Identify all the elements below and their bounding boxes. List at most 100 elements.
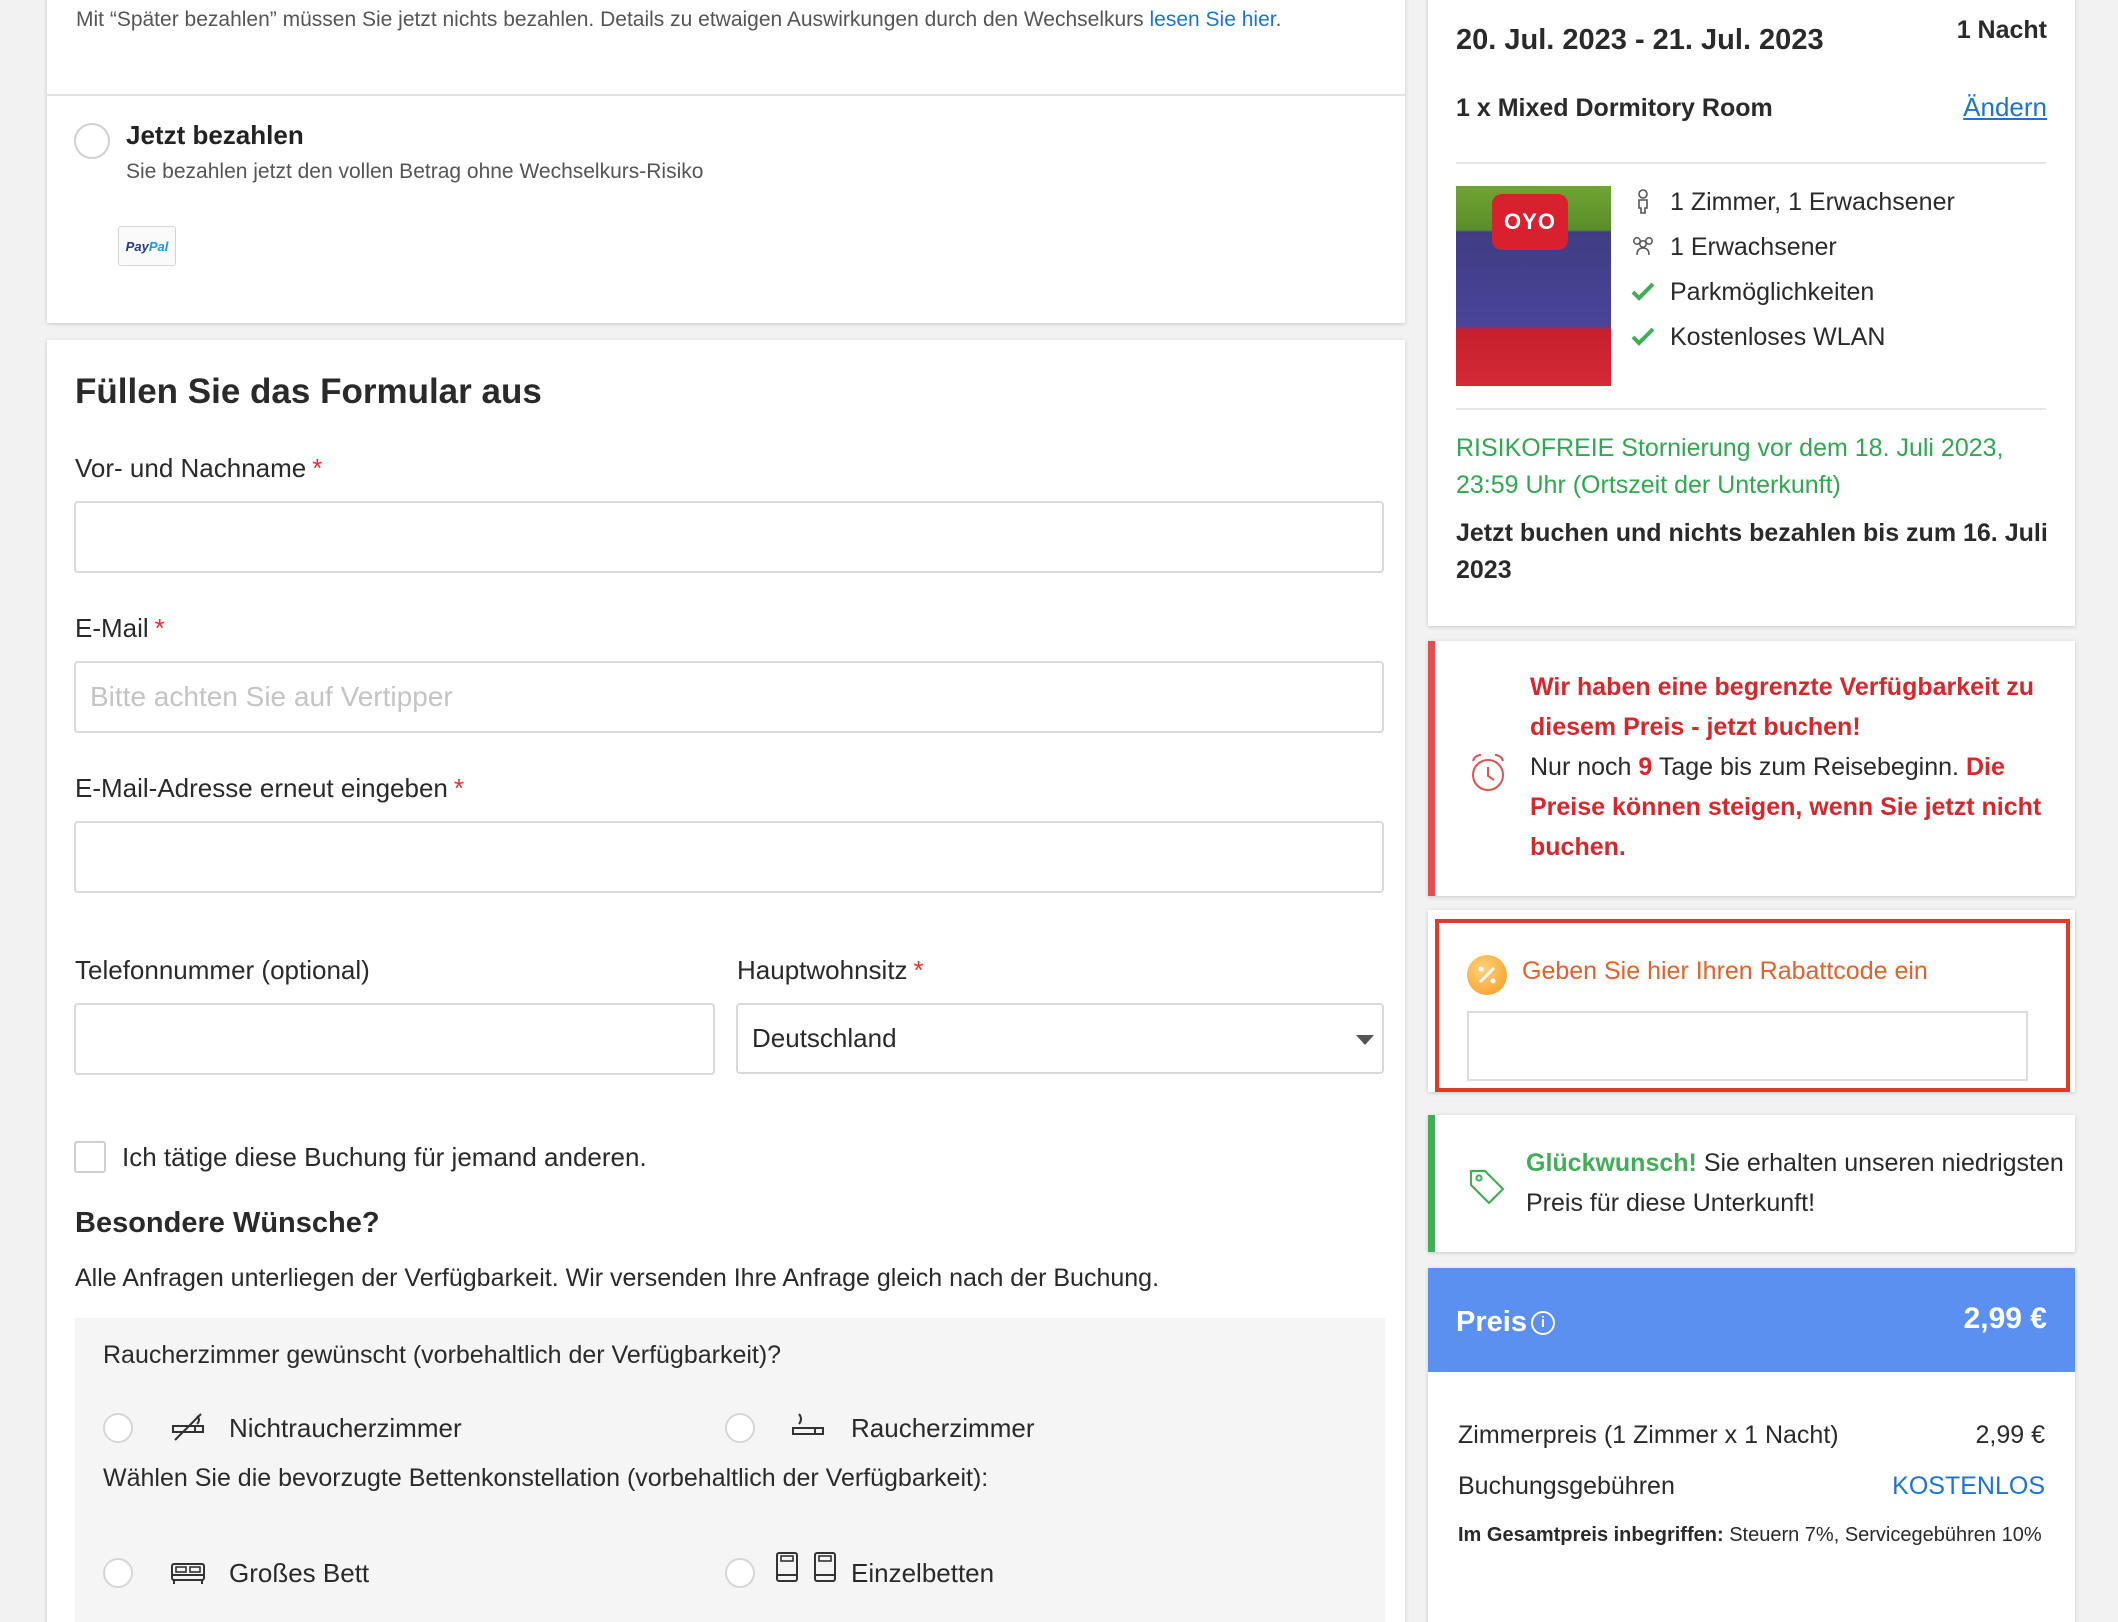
smoking-label[interactable]: Raucherzimmer: [851, 1413, 1035, 1444]
bed-question: Wählen Sie die bevorzugte Bettenkonstell…: [103, 1464, 989, 1492]
email-repeat-label-text: E-Mail-Adresse erneut eingeben: [75, 773, 448, 803]
residence-select-value: Deutschland: [752, 1023, 897, 1053]
stay-dates: 20. Jul. 2023 - 21. Jul. 2023: [1456, 24, 1824, 56]
oyo-logo: OYO: [1492, 194, 1568, 250]
room-price-label: Zimmerpreis (1 Zimmer x 1 Nacht): [1458, 1421, 1839, 1449]
days-count: 9: [1638, 753, 1653, 781]
nights-count: 1 Nacht: [1956, 16, 2047, 44]
no-smoking-icon: [172, 1413, 204, 1441]
check-icon: [1631, 282, 1655, 301]
booking-for-other-label[interactable]: Ich tätige diese Buchung für jemand ande…: [122, 1142, 647, 1173]
required-mark: *: [913, 955, 924, 985]
lowest-price-notice: Glückwunsch! Sie erhalten unseren niedri…: [1428, 1115, 2075, 1252]
email-label: E-Mail *: [75, 613, 165, 644]
availability-headline: Wir haben eine begrenzte Verfügbarkeit z…: [1530, 673, 2035, 741]
room-price-value: 2,99 €: [1975, 1421, 2045, 1449]
divider: [1456, 408, 2046, 410]
days-prefix: Nur noch: [1530, 753, 1632, 781]
special-requests-box: Raucherzimmer gewünscht (vorbehaltlich d…: [75, 1318, 1385, 1622]
guest-form-card: Füllen Sie das Formular aus Vor- und Nac…: [47, 340, 1405, 1622]
pay-later-deadline: Jetzt buchen und nichts bezahlen bis zum…: [1456, 519, 2048, 584]
feature-rooms-guests: 1 Zimmer, 1 Erwachsener: [1670, 188, 1955, 216]
paypal-logo-pay: Pay: [125, 238, 149, 254]
single-beds-label[interactable]: Einzelbetten: [851, 1558, 994, 1589]
price-card: Preis i 2,99 € Zimmerpreis (1 Zimmer x 1…: [1428, 1268, 2075, 1622]
phone-input[interactable]: [74, 1003, 715, 1075]
smoking-radio[interactable]: [725, 1413, 755, 1443]
feature-adults: 1 Erwachsener: [1670, 233, 1837, 261]
divider: [47, 94, 1405, 96]
tax-note-text: Steuern 7%, Servicegebühren 10%: [1729, 1524, 2042, 1546]
divider: [1456, 162, 2046, 164]
pay-now-title[interactable]: Jetzt bezahlen: [126, 120, 304, 151]
room-type: 1 x Mixed Dormitory Room: [1456, 94, 1773, 122]
paypal-logo: Pay Pal: [118, 226, 176, 266]
congrats-highlight: Glückwunsch!: [1526, 1149, 1697, 1177]
email-input[interactable]: [74, 661, 1384, 733]
alarm-clock-icon: [1472, 754, 1504, 791]
phone-label: Telefonnummer (optional): [75, 955, 370, 985]
tax-note: Im Gesamtpreis inbegriffen: Steuern 7%, …: [1458, 1520, 2048, 1550]
non-smoking-radio[interactable]: [103, 1413, 133, 1443]
name-input[interactable]: [74, 501, 1384, 573]
special-requests-title: Besondere Wünsche?: [75, 1207, 380, 1239]
pay-now-radio[interactable]: [74, 123, 110, 159]
booking-fees-value: KOSTENLOS: [1892, 1472, 2045, 1500]
double-bed-icon: [171, 1563, 205, 1584]
residence-label: Hauptwohnsitz *: [737, 955, 924, 986]
discount-highlight-frame: Geben Sie hier Ihren Rabattcode ein: [1435, 919, 2070, 1092]
price-header: Preis i 2,99 €: [1428, 1268, 2075, 1372]
required-mark: *: [312, 453, 323, 483]
email-repeat-input[interactable]: [74, 821, 1384, 893]
change-room-link[interactable]: Ändern: [1963, 92, 2047, 123]
residence-select[interactable]: Deutschland: [736, 1003, 1384, 1074]
required-mark: *: [453, 773, 464, 803]
discount-code-card: Geben Sie hier Ihren Rabattcode ein: [1428, 910, 2075, 1092]
email-repeat-label: E-Mail-Adresse erneut eingeben *: [75, 773, 464, 804]
form-title: Füllen Sie das Formular aus: [75, 372, 542, 411]
special-requests-note: Alle Anfragen unterliegen der Verfügbark…: [75, 1264, 1160, 1292]
days-suffix: Tage bis zum Reisebeginn.: [1658, 753, 1959, 781]
required-mark: *: [154, 613, 165, 643]
tax-note-label: Im Gesamtpreis inbegriffen:: [1458, 1524, 1724, 1546]
discount-code-input[interactable]: [1467, 1011, 2028, 1081]
price-title: Preis: [1456, 1306, 1527, 1338]
residence-label-text: Hauptwohnsitz: [737, 955, 908, 985]
caret-down-icon: [1356, 1035, 1374, 1045]
feature-wifi: Kostenloses WLAN: [1670, 323, 1886, 351]
booking-for-other-checkbox[interactable]: [74, 1141, 106, 1173]
coupon-icon: [1467, 955, 1507, 995]
name-label: Vor- und Nachname *: [75, 453, 322, 484]
group-icon: [1633, 237, 1653, 256]
check-icon: [1631, 327, 1655, 346]
limited-availability-alert: Wir haben eine begrenzte Verfügbarkeit z…: [1428, 641, 2075, 896]
smoking-question: Raucherzimmer gewünscht (vorbehaltlich d…: [103, 1341, 782, 1369]
congrats-text: Glückwunsch! Sie erhalten unseren niedri…: [1526, 1143, 2066, 1223]
paypal-logo-pal: Pal: [148, 238, 169, 254]
price-tag-icon: [1469, 1169, 1505, 1205]
free-cancellation-note: RISIKOFREIE Stornierung vor dem 18. Juli…: [1456, 434, 2004, 499]
room-photo: OYO: [1456, 186, 1611, 386]
name-label-text: Vor- und Nachname: [75, 453, 307, 483]
exchange-rate-link[interactable]: lesen Sie hier: [1150, 8, 1276, 31]
availability-text: Wir haben eine begrenzte Verfügbarkeit z…: [1530, 667, 2060, 867]
pay-later-text: Mit “Später bezahlen” müssen Sie jetzt n…: [76, 8, 1144, 31]
info-icon[interactable]: i: [1531, 1311, 1555, 1335]
booking-fees-label: Buchungsgebühren: [1458, 1472, 1675, 1500]
booking-summary-card: 20. Jul. 2023 - 21. Jul. 2023 1 Nacht 1 …: [1428, 0, 2075, 626]
discount-code-label: Geben Sie hier Ihren Rabattcode ein: [1522, 957, 1928, 985]
single-beds-icon: [776, 1552, 836, 1582]
payment-options-card: Mit “Später bezahlen” müssen Sie jetzt n…: [47, 0, 1405, 323]
non-smoking-label[interactable]: Nichtraucherzimmer: [229, 1413, 462, 1444]
person-icon: [1638, 189, 1648, 214]
email-label-text: E-Mail: [75, 613, 149, 643]
feature-parking: Parkmöglichkeiten: [1670, 278, 1875, 306]
price-total: 2,99 €: [1963, 1302, 2047, 1335]
pay-later-info: Mit “Später bezahlen” müssen Sie jetzt n…: [76, 4, 1376, 35]
pay-later-period: .: [1275, 8, 1282, 31]
pay-now-subtitle: Sie bezahlen jetzt den vollen Betrag ohn…: [126, 160, 704, 183]
big-bed-label[interactable]: Großes Bett: [229, 1558, 369, 1589]
big-bed-radio[interactable]: [103, 1558, 133, 1588]
single-beds-radio[interactable]: [725, 1558, 755, 1588]
smoking-icon: [792, 1413, 824, 1435]
